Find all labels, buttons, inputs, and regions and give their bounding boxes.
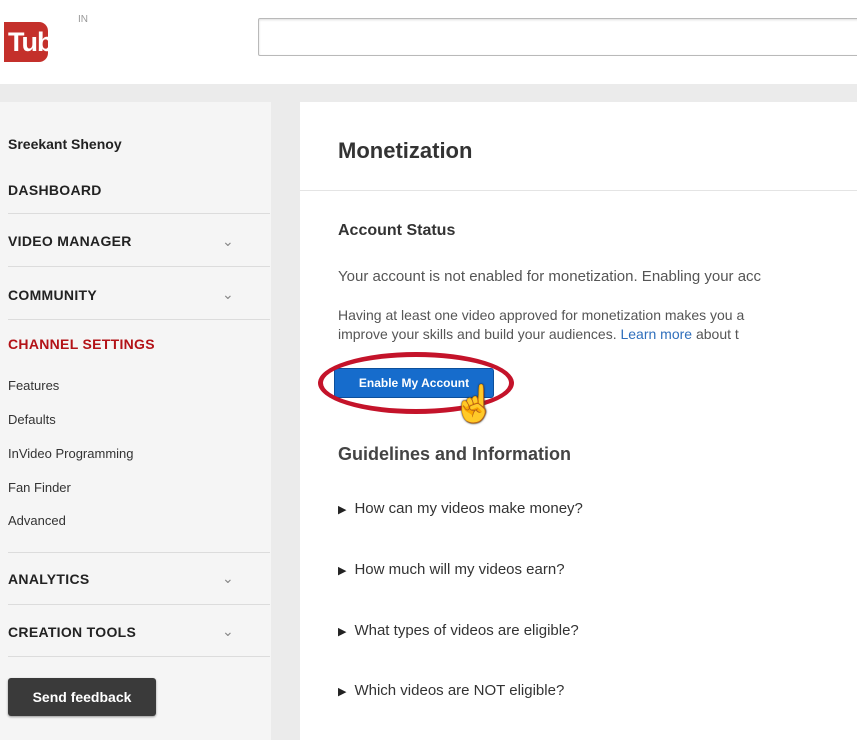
expand-triangle-icon: ▶ — [338, 626, 347, 638]
sidebar-user-name[interactable]: Sreekant Shenoy — [8, 136, 122, 152]
logo-region-label: IN — [78, 14, 88, 25]
learn-more-link[interactable]: Learn more — [620, 326, 692, 342]
sidebar-subitem-defaults[interactable]: Defaults — [8, 412, 56, 427]
sidebar-subitem-advanced[interactable]: Advanced — [8, 513, 66, 528]
send-feedback-button[interactable]: Send feedback — [8, 678, 156, 716]
sidebar-divider — [8, 604, 270, 605]
chevron-down-icon[interactable]: ⌄ — [222, 571, 234, 585]
sidebar: Sreekant Shenoy DASHBOARD VIDEO MANAGER … — [0, 102, 271, 740]
faq-item[interactable]: ▶ What types of videos are eligible? — [338, 622, 579, 639]
chevron-down-icon[interactable]: ⌄ — [222, 287, 234, 301]
faq-label: How can my videos make money? — [354, 500, 583, 517]
faq-label: Which videos are NOT eligible? — [354, 682, 565, 699]
chevron-down-icon[interactable]: ⌄ — [222, 624, 234, 638]
faq-item[interactable]: ▶ Which videos are NOT eligible? — [338, 682, 564, 699]
sidebar-divider — [8, 656, 270, 657]
sidebar-subitem-features[interactable]: Features — [8, 378, 59, 393]
sidebar-item-channel-settings[interactable]: CHANNEL SETTINGS — [8, 336, 155, 352]
monetization-info-text: Having at least one video approved for m… — [338, 306, 744, 344]
account-status-text: Your account is not enabled for monetiza… — [338, 268, 762, 285]
info-line-2-start: improve your skills and build your audie… — [338, 326, 621, 342]
faq-label: What types of videos are eligible? — [354, 622, 579, 639]
sidebar-subitem-fan-finder[interactable]: Fan Finder — [8, 480, 71, 495]
expand-triangle-icon: ▶ — [338, 565, 347, 577]
sidebar-item-video-manager[interactable]: VIDEO MANAGER — [8, 233, 132, 249]
info-line-1: Having at least one video approved for m… — [338, 307, 745, 323]
page-title: Monetization — [338, 138, 473, 163]
guidelines-heading: Guidelines and Information — [338, 444, 572, 464]
title-divider — [300, 190, 857, 191]
faq-item[interactable]: ▶ How much will my videos earn? — [338, 561, 565, 578]
youtube-logo[interactable]: Tube — [4, 22, 68, 62]
sidebar-item-creation-tools[interactable]: CREATION TOOLS — [8, 624, 136, 640]
sidebar-item-community[interactable]: COMMUNITY — [8, 287, 97, 303]
search-input[interactable] — [258, 18, 857, 56]
expand-triangle-icon: ▶ — [338, 504, 347, 516]
sidebar-divider — [8, 213, 270, 214]
account-status-heading: Account Status — [338, 222, 456, 239]
top-header: Tube IN — [0, 0, 857, 84]
sidebar-item-dashboard[interactable]: DASHBOARD — [8, 182, 102, 198]
info-line-2-end: about t — [692, 326, 739, 342]
sidebar-divider — [8, 266, 270, 267]
expand-triangle-icon: ▶ — [338, 686, 347, 698]
faq-item[interactable]: ▶ How can my videos make money? — [338, 500, 583, 517]
hand-cursor-icon: ☝ — [452, 383, 497, 424]
main-panel: Monetization Account Status Your account… — [300, 102, 857, 740]
faq-label: How much will my videos earn? — [354, 561, 565, 578]
sidebar-item-analytics[interactable]: ANALYTICS — [8, 571, 90, 587]
sidebar-divider — [8, 319, 270, 320]
sidebar-subitem-invideo-programming[interactable]: InVideo Programming — [8, 446, 134, 461]
chevron-down-icon[interactable]: ⌄ — [222, 234, 234, 248]
sidebar-divider — [8, 552, 270, 553]
